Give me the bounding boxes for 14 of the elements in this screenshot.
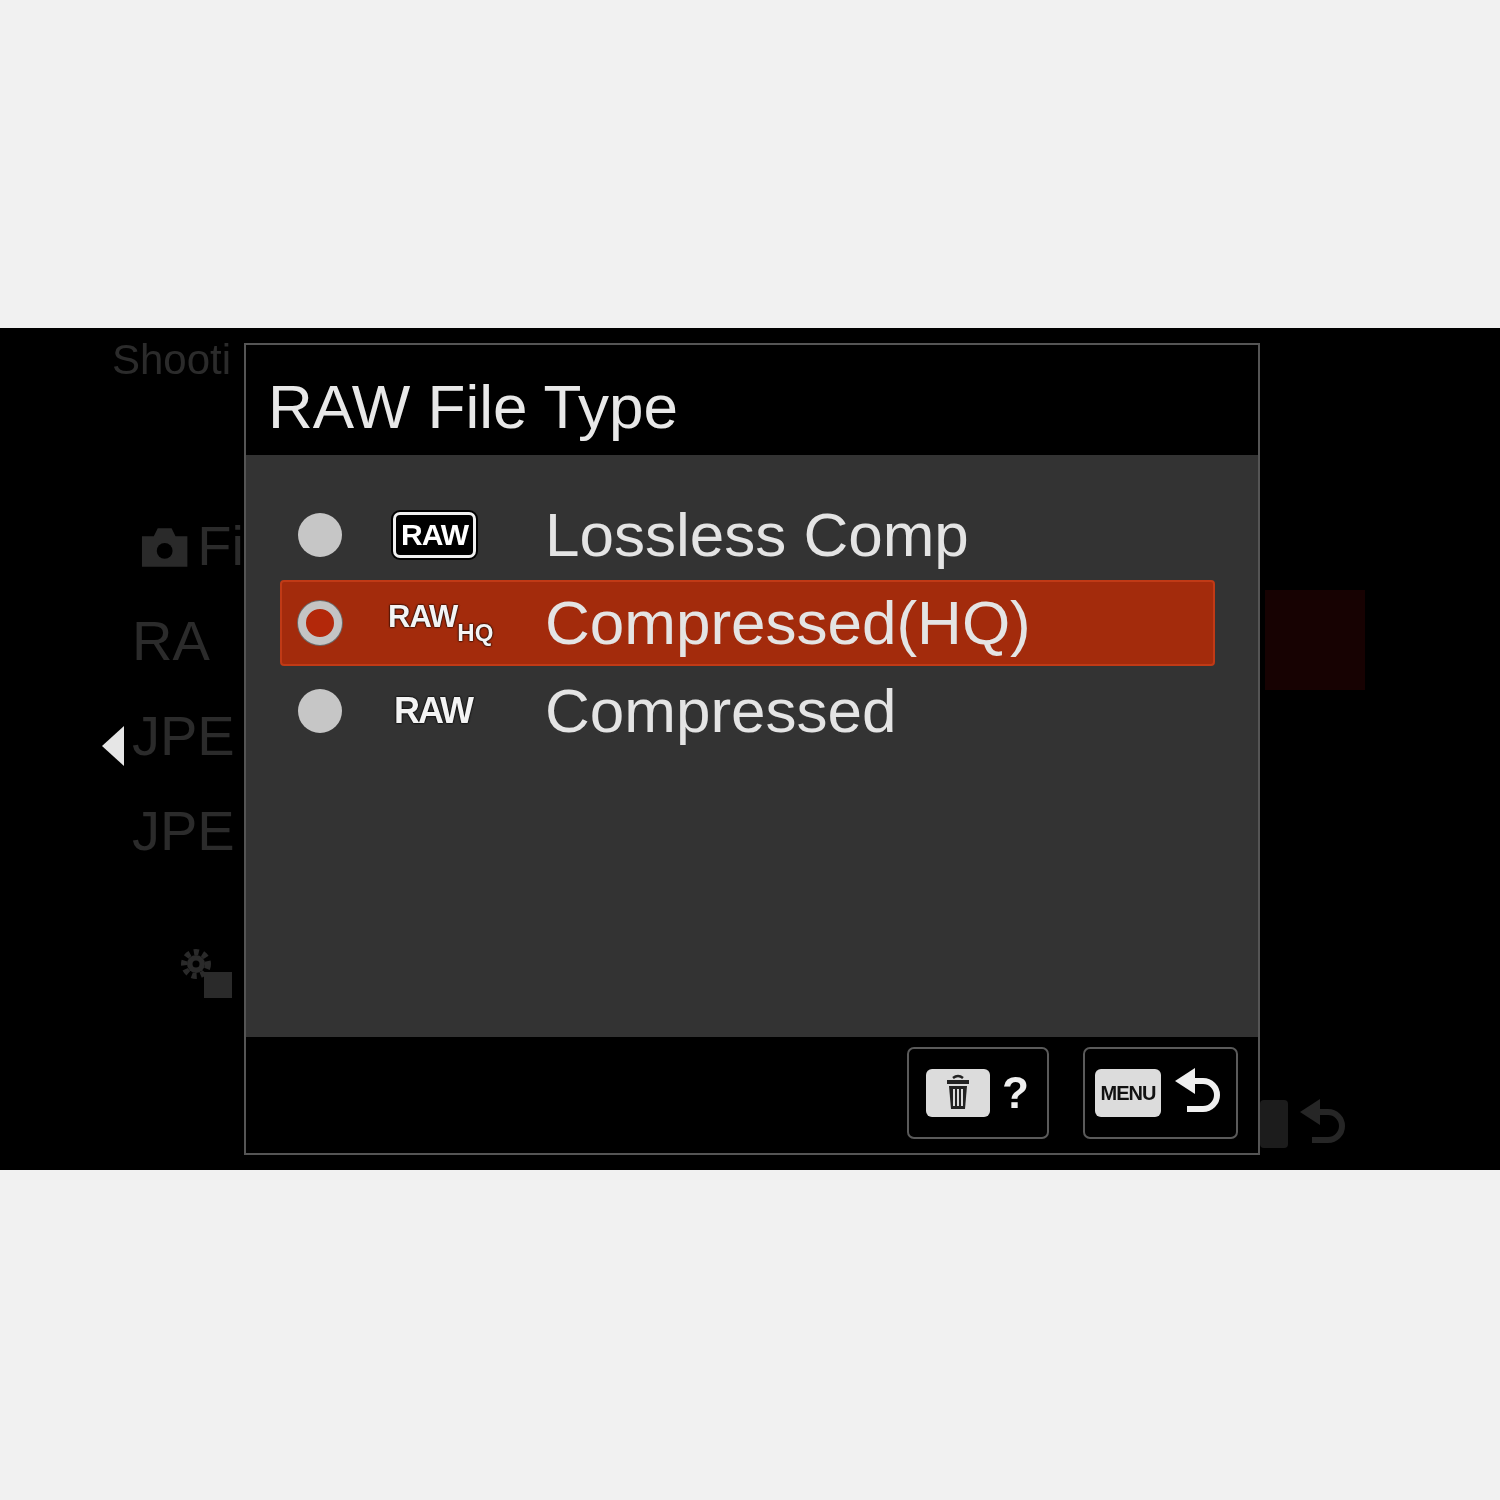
help-button[interactable]: ? bbox=[907, 1047, 1049, 1139]
menu-key-label: MENU bbox=[1095, 1069, 1161, 1117]
left-arrow-icon bbox=[102, 725, 124, 766]
trash-key-icon bbox=[926, 1069, 990, 1117]
back-button[interactable]: MENU bbox=[1083, 1047, 1238, 1139]
menu-option[interactable]: RAW Compressed bbox=[280, 668, 1215, 754]
hq-subscript: HQ bbox=[457, 619, 494, 647]
dialog-title: RAW File Type bbox=[268, 371, 678, 443]
menu-option[interactable]: RAW Lossless Comp bbox=[280, 492, 1215, 578]
gear-square-icon bbox=[180, 948, 232, 998]
raw-label: RAW bbox=[388, 599, 458, 635]
raw-label: RAW bbox=[394, 690, 472, 732]
raw-badge: RAW bbox=[393, 512, 476, 558]
key-icon bbox=[1260, 1100, 1288, 1148]
